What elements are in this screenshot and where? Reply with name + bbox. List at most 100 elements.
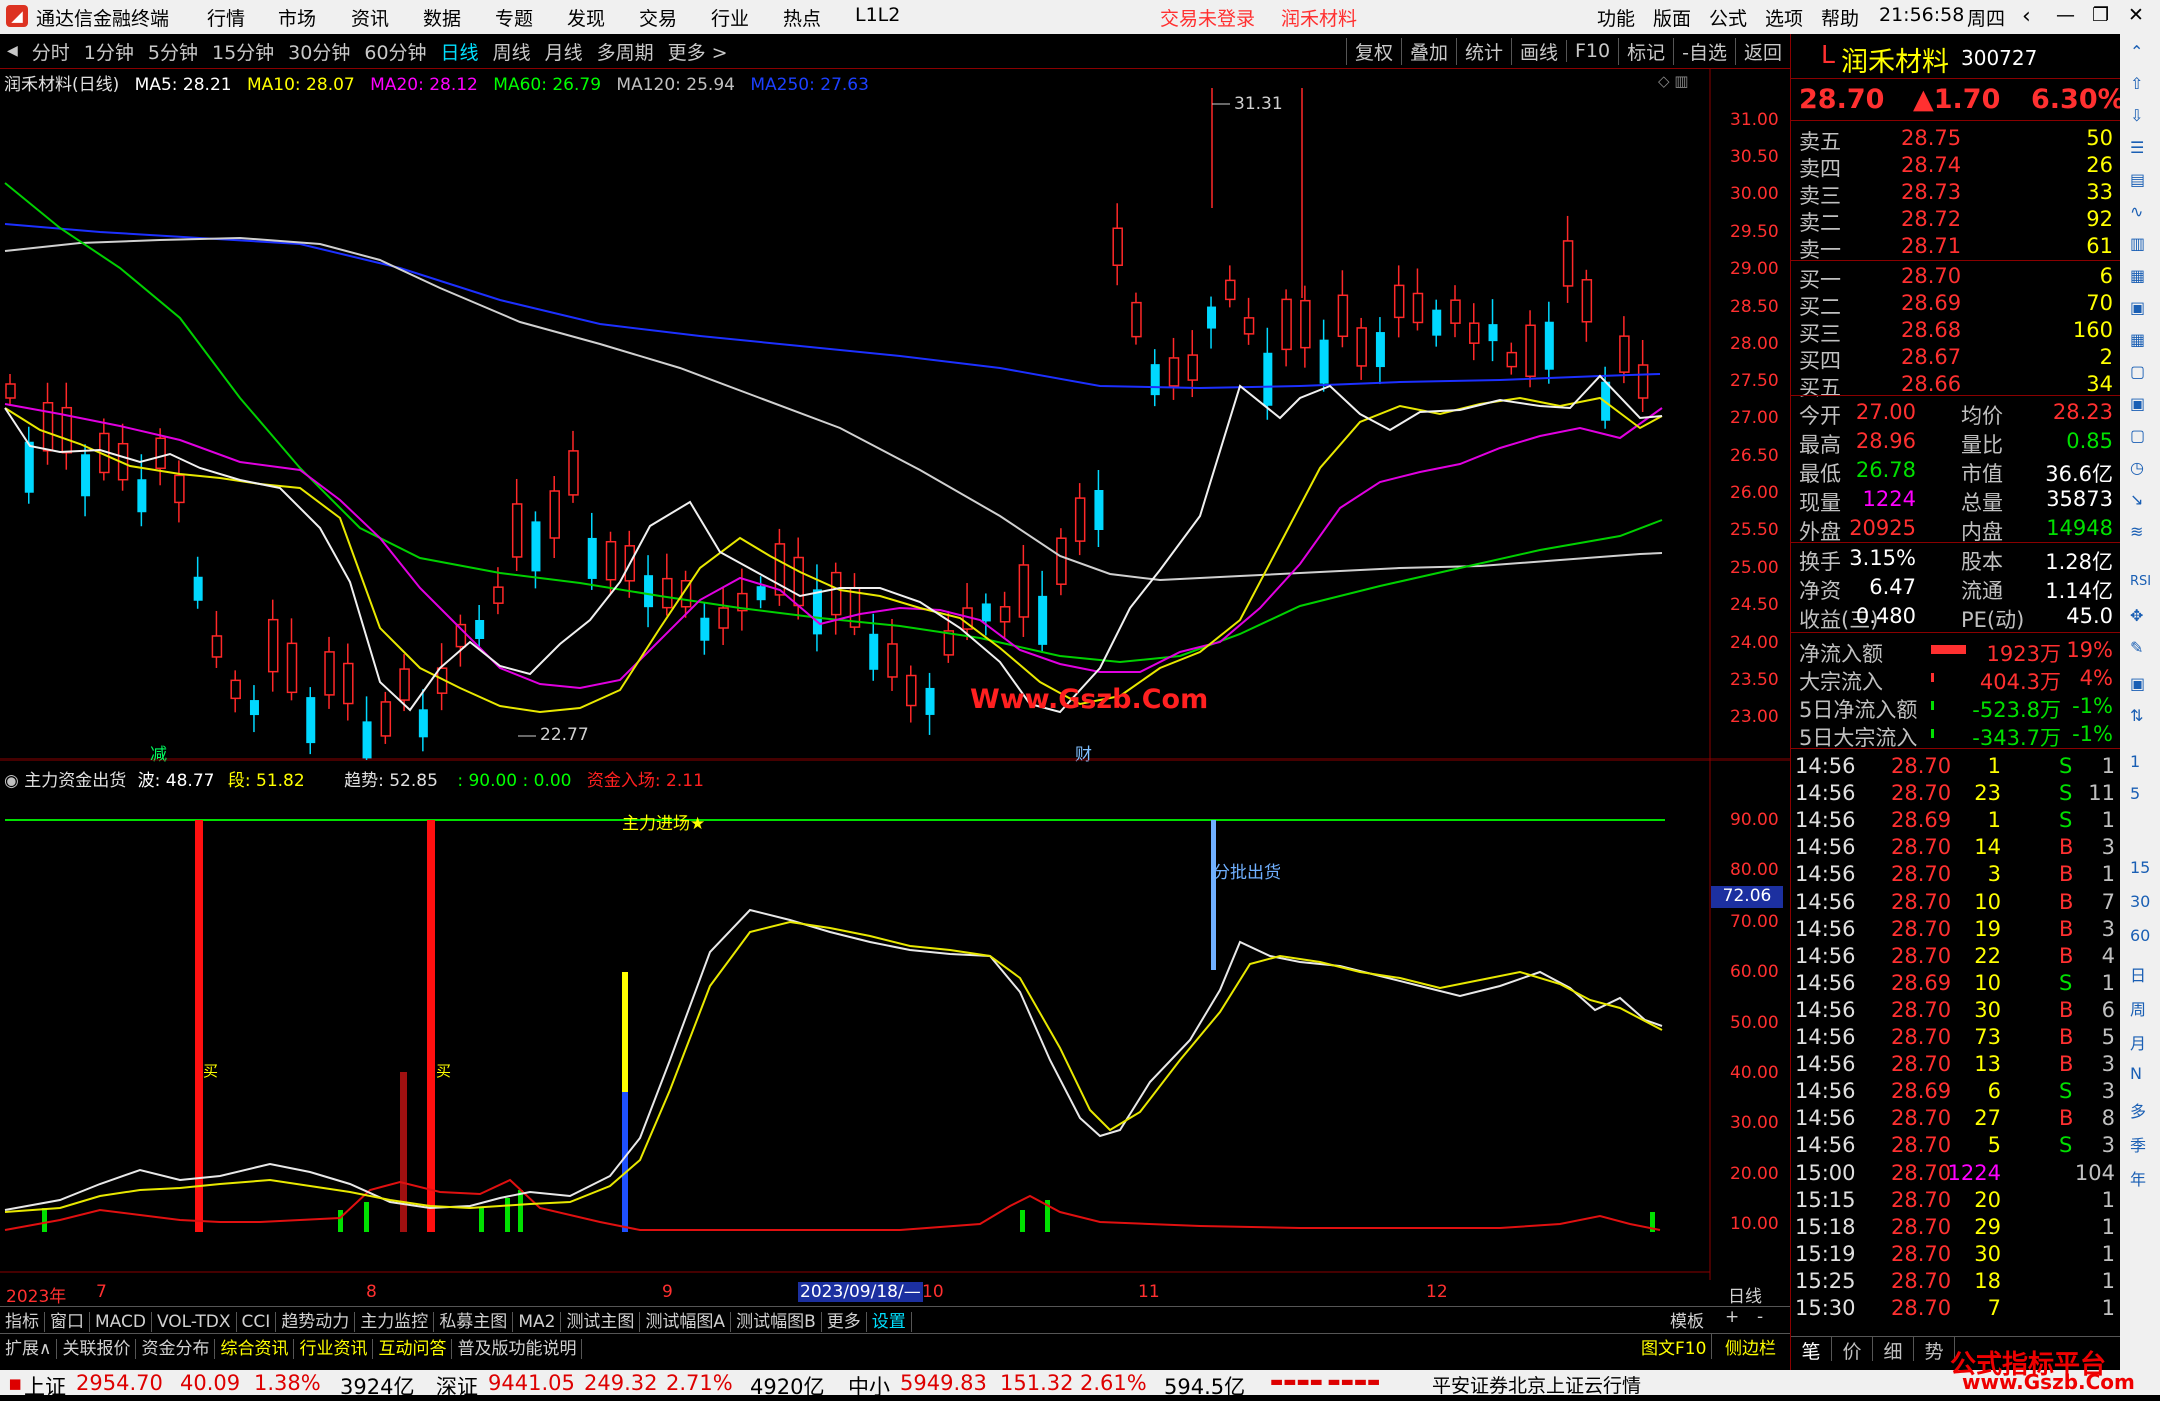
minimize-icon[interactable]: — — [2056, 4, 2075, 26]
close-icon[interactable]: ✕ — [2128, 4, 2144, 26]
tab-qa[interactable]: 互动问答 — [373, 1339, 453, 1359]
template-button[interactable]: 模板 — [1665, 1307, 1709, 1332]
ask-level-row[interactable]: 卖四 28.74 26 — [1791, 151, 2121, 181]
index-name-sz[interactable]: 深证 — [436, 1371, 478, 1401]
menu-industry[interactable]: 行业 — [711, 4, 749, 31]
ask-level-row[interactable]: 卖三 28.73 33 — [1791, 178, 2121, 208]
menu-formula[interactable]: 公式 — [1709, 4, 1747, 31]
ask-level-row[interactable]: 卖二 28.72 92 — [1791, 205, 2121, 235]
sidebar-chart-icon[interactable]: ▤ — [2130, 170, 2145, 189]
trade-tick-row[interactable]: 14:56 28.69 6 S 3 — [1791, 1077, 2121, 1105]
trade-tick-row[interactable]: 14:56 28.70 5 S 3 — [1791, 1131, 2121, 1159]
trade-tick-row[interactable]: 14:56 28.70 30 B 6 — [1791, 996, 2121, 1024]
period-tab-more[interactable]: 更多 > — [661, 38, 735, 65]
sidebar-period[interactable]: 年 — [2130, 1166, 2146, 1190]
login-status[interactable]: 交易未登录 — [1160, 4, 1255, 31]
add-window-button[interactable]: + — [1720, 1307, 1744, 1327]
tab-more[interactable]: 更多 — [821, 1312, 867, 1332]
menu-layout[interactable]: 版面 — [1653, 4, 1691, 31]
trade-tick-row[interactable]: 15:15 28.70 20 1 — [1791, 1186, 2121, 1214]
menu-market[interactable]: 市场 — [278, 4, 316, 31]
trade-tick-row[interactable]: 14:56 28.70 22 B 4 — [1791, 942, 2121, 970]
server-name[interactable]: 平安证券北京上证云行情 — [1432, 1371, 1641, 1398]
sidebar-period[interactable]: 15 — [2130, 858, 2150, 877]
sidebar-period[interactable]: 多 — [2130, 1098, 2146, 1122]
period-tab[interactable]: 分时 — [25, 38, 77, 65]
fund-flow-row[interactable]: 大宗流入 404.3万 4% — [1791, 664, 2121, 694]
sidebar-period-1[interactable]: 1 — [2130, 752, 2140, 771]
menu-news[interactable]: 资讯 — [351, 4, 389, 31]
fund-flow-row[interactable]: 5日大宗流入 -343.7万 -1% — [1791, 720, 2121, 750]
indicator-collapse-icon[interactable]: ◉ — [4, 771, 24, 791]
sidebar-line-icon[interactable]: ∿ — [2130, 202, 2143, 221]
tab-price[interactable]: 价 — [1832, 1337, 1873, 1363]
sidebar-down-icon[interactable]: ⇩ — [2130, 106, 2143, 125]
trade-tick-row[interactable]: 14:56 28.70 23 S 11 — [1791, 779, 2121, 807]
index-name-zx[interactable]: 中小 — [848, 1371, 890, 1401]
sidebar-period[interactable]: 周 — [2130, 996, 2146, 1020]
period-tab[interactable]: 15分钟 — [205, 38, 281, 65]
menu-hot[interactable]: 热点 — [783, 4, 821, 31]
sidebar-grid-icon[interactable]: ▦ — [2130, 330, 2145, 349]
tab-test-b[interactable]: 测试幅图B — [731, 1312, 822, 1332]
trade-tick-row[interactable]: 14:56 28.70 10 B 7 — [1791, 888, 2121, 916]
sidebar-switch-icon[interactable]: ⇅ — [2130, 706, 2143, 725]
period-tab[interactable]: 月线 — [538, 38, 590, 65]
restore-rights-button[interactable]: 复权 — [1345, 37, 1401, 65]
tab-indicator[interactable]: 指标 — [0, 1312, 45, 1332]
tab-related-quotes[interactable]: 关联报价 — [57, 1339, 137, 1359]
sidebar-arrow-icon[interactable]: ↘ — [2130, 490, 2143, 509]
sidebar-kline-icon[interactable]: ▥ — [2130, 234, 2145, 253]
sidebar-period-5[interactable]: 5 — [2130, 784, 2140, 803]
period-tab[interactable]: 周线 — [486, 38, 538, 65]
tab-test-a[interactable]: 测试幅图A — [640, 1312, 732, 1332]
trade-tick-row[interactable]: 15:18 28.70 29 1 — [1791, 1213, 2121, 1241]
sidebar-nav-icon[interactable]: ⇧ — [2130, 74, 2143, 93]
remove-window-button[interactable]: - — [1752, 1307, 1768, 1327]
expand-button[interactable]: 扩展∧ — [0, 1339, 58, 1359]
tab-private-chart[interactable]: 私募主图 — [434, 1312, 514, 1332]
sidebar-rsi-icon[interactable]: RSI — [2130, 574, 2151, 589]
f10-button[interactable]: F10 — [1566, 40, 1618, 62]
sidebar-period[interactable]: 日 — [2130, 962, 2146, 986]
menu-trade[interactable]: 交易 — [639, 4, 677, 31]
sidebar-fin-icon[interactable]: ▣ — [2130, 298, 2145, 317]
quote-stat-row[interactable]: 收益(三) 0.480 PE(动) 45.0 — [1791, 602, 2121, 632]
sidebar-doc-icon[interactable]: ▢ — [2130, 362, 2145, 381]
trade-tick-row[interactable]: 14:56 28.70 13 B 3 — [1791, 1050, 2121, 1078]
sidebar-f5-icon[interactable]: ▣ — [2130, 674, 2145, 693]
period-tab[interactable]: 5分钟 — [141, 38, 205, 65]
period-tab[interactable]: 1分钟 — [77, 38, 141, 65]
quote-stat-row[interactable]: 外盘 20925 内盘 14948 — [1791, 514, 2121, 544]
period-tab[interactable]: 60分钟 — [357, 38, 433, 65]
bid-level-row[interactable]: 买三 28.68 160 — [1791, 316, 2121, 346]
quote-stat-row[interactable]: 现量 1224 总量 35873 — [1791, 485, 2121, 515]
remove-watchlist-button[interactable]: -自选 — [1673, 37, 1735, 65]
index-name-sh[interactable]: 上证 — [24, 1371, 66, 1401]
tab-general-news[interactable]: 综合资讯 — [215, 1339, 295, 1359]
sidebar-box-icon[interactable]: ▢ — [2130, 426, 2145, 445]
sidebar-period[interactable]: 60 — [2130, 926, 2150, 945]
trade-tick-row[interactable]: 14:56 28.70 19 B 3 — [1791, 915, 2121, 943]
trade-tick-row[interactable]: 14:56 28.70 27 B 8 — [1791, 1104, 2121, 1132]
menu-quotes[interactable]: 行情 — [207, 4, 245, 31]
tab-settings[interactable]: 设置 — [866, 1312, 912, 1332]
menu-data[interactable]: 数据 — [423, 4, 461, 31]
sidebar-table-icon[interactable]: ▦ — [2130, 266, 2145, 285]
indicator-chart[interactable] — [0, 760, 1790, 1280]
trade-tick-row[interactable]: 15:00 28.70 1224 104 — [1791, 1159, 2121, 1187]
trade-tick-row[interactable]: 14:56 28.70 1 S 1 — [1791, 752, 2121, 780]
tab-detail[interactable]: 细 — [1873, 1337, 1914, 1363]
ask-level-row[interactable]: 卖五 28.75 50 — [1791, 124, 2121, 154]
trade-tick-row[interactable]: 14:56 28.70 14 B 3 — [1791, 833, 2121, 861]
tab-test-main[interactable]: 测试主图 — [561, 1312, 641, 1332]
tab-main-monitor[interactable]: 主力监控 — [355, 1312, 435, 1332]
restore-icon[interactable]: ❐ — [2092, 4, 2109, 26]
bid-level-row[interactable]: 买五 28.66 34 — [1791, 370, 2121, 400]
back-button[interactable]: 返回 — [1734, 37, 1790, 65]
menu-discover[interactable]: 发现 — [567, 4, 605, 31]
chart-settings-icon[interactable]: ◇ ▥ — [1658, 72, 1688, 90]
quote-stat-row[interactable]: 最高 28.96 量比 0.85 — [1791, 427, 2121, 457]
tab-trades[interactable]: 笔 — [1791, 1337, 1832, 1363]
draw-button[interactable]: 画线 — [1510, 37, 1566, 65]
